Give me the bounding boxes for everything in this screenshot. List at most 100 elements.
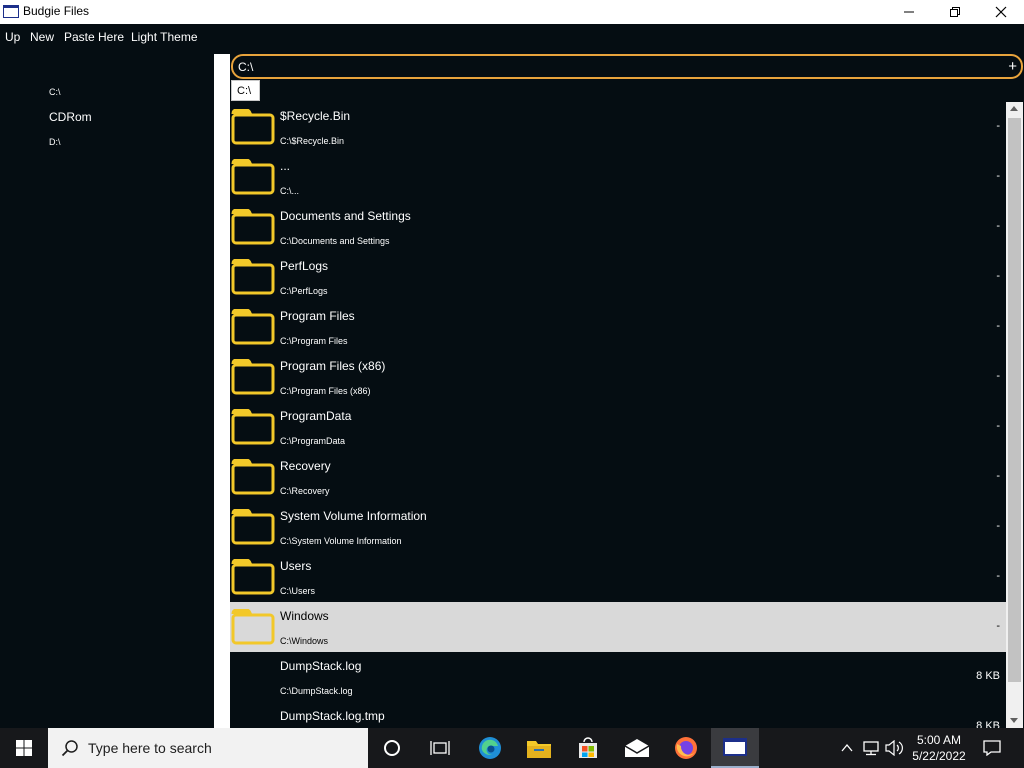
file-size: - xyxy=(996,320,1000,332)
folder-icon xyxy=(231,559,275,595)
file-row[interactable]: Documents and Settings C:\Documents and S… xyxy=(230,202,1006,252)
volume-button[interactable] xyxy=(883,728,905,768)
firefox-icon xyxy=(675,737,697,759)
file-row[interactable]: PerfLogs C:\PerfLogs - xyxy=(230,252,1006,302)
menu-light-theme[interactable]: Light Theme xyxy=(131,30,198,44)
file-path: C:\Recovery xyxy=(280,486,330,496)
file-row[interactable]: System Volume Information C:\System Volum… xyxy=(230,502,1006,552)
folder-icon xyxy=(231,309,275,345)
window-title: Budgie Files xyxy=(23,4,90,18)
sidebar-drive-d[interactable]: D:\ xyxy=(49,137,61,147)
file-path: C:\Documents and Settings xyxy=(280,236,390,246)
file-size: - xyxy=(996,170,1000,182)
file-name: Windows xyxy=(280,609,329,623)
network-button[interactable] xyxy=(860,728,882,768)
file-row[interactable]: DumpStack.log C:\DumpStack.log 8 KB xyxy=(230,652,1006,702)
file-size: 8 KB xyxy=(976,670,1000,682)
file-size: - xyxy=(996,470,1000,482)
cortana-icon xyxy=(384,740,400,756)
restore-button[interactable] xyxy=(932,0,978,24)
file-explorer-button[interactable] xyxy=(515,728,563,768)
file-path: C:\DumpStack.log xyxy=(280,686,353,696)
file-row[interactable]: Users C:\Users - xyxy=(230,552,1006,602)
minimize-button[interactable] xyxy=(886,0,932,24)
file-size: - xyxy=(996,370,1000,382)
menu-bar: Up New Paste Here Light Theme xyxy=(0,24,1024,50)
file-name: System Volume Information xyxy=(280,509,427,523)
folder-icon xyxy=(231,509,275,545)
file-row[interactable]: ProgramData C:\ProgramData - xyxy=(230,402,1006,452)
store-button[interactable] xyxy=(564,728,612,768)
start-button[interactable] xyxy=(0,728,48,768)
file-size: - xyxy=(996,570,1000,582)
mail-button[interactable] xyxy=(613,728,661,768)
taskbar-search-box[interactable]: Type here to search xyxy=(48,728,368,768)
add-path-button[interactable]: + xyxy=(1008,58,1017,76)
menu-new[interactable]: New xyxy=(30,30,54,44)
edge-button[interactable] xyxy=(466,728,514,768)
file-row[interactable]: Program Files (x86) C:\Program Files (x86… xyxy=(230,352,1006,402)
file-row[interactable]: Program Files C:\Program Files - xyxy=(230,302,1006,352)
clock-time: 5:00 AM xyxy=(916,733,962,747)
search-placeholder: Type here to search xyxy=(88,740,212,756)
file-row[interactable]: ... C:\... - xyxy=(230,152,1006,202)
file-path: C:\Windows xyxy=(280,636,329,646)
file-size: 8 KB xyxy=(976,720,1000,728)
file-list: $Recycle.Bin C:\$Recycle.Bin -... C:\... - Do… xyxy=(230,102,1006,728)
file-name: Documents and Settings xyxy=(280,209,411,223)
scroll-down-icon[interactable] xyxy=(1010,718,1018,723)
file-size: - xyxy=(996,220,1000,232)
close-icon xyxy=(995,6,1007,18)
chevron-up-icon xyxy=(841,743,853,752)
file-size: - xyxy=(996,620,1000,632)
panel-splitter[interactable] xyxy=(214,54,230,728)
folder-icon xyxy=(231,109,275,145)
scroll-up-icon[interactable] xyxy=(1010,106,1018,111)
notifications-button[interactable] xyxy=(978,728,1006,768)
show-hidden-icons-button[interactable] xyxy=(838,728,856,768)
notifications-icon xyxy=(983,740,1001,756)
drive-sidebar: C:\ CDRom D:\ xyxy=(0,50,214,728)
file-path: C:\System Volume Information xyxy=(280,536,402,546)
scrollbar-thumb[interactable] xyxy=(1008,118,1021,682)
path-bar: + xyxy=(231,54,1023,79)
path-input[interactable] xyxy=(238,58,998,76)
path-suggestion[interactable]: C:\ xyxy=(231,80,260,101)
task-view-button[interactable] xyxy=(416,728,464,768)
file-row[interactable]: Recovery C:\Recovery - xyxy=(230,452,1006,502)
windows-logo-icon xyxy=(16,740,32,756)
file-name: Program Files xyxy=(280,309,355,323)
file-path: C:\$Recycle.Bin xyxy=(280,136,345,146)
title-bar: Budgie Files xyxy=(0,0,1024,24)
folder-icon xyxy=(231,359,275,395)
search-icon xyxy=(61,740,78,757)
file-row[interactable]: DumpStack.log.tmpC:\DumpStack.log.tmp8 K… xyxy=(230,702,1006,728)
speaker-icon xyxy=(885,740,903,756)
sidebar-drive-cdrom[interactable]: CDRom xyxy=(49,110,92,124)
file-row[interactable]: $Recycle.Bin C:\$Recycle.Bin - xyxy=(230,102,1006,152)
folder-icon xyxy=(231,159,275,195)
folder-icon xyxy=(231,259,275,295)
menu-paste-here[interactable]: Paste Here xyxy=(64,30,124,44)
menu-up[interactable]: Up xyxy=(5,30,20,44)
network-icon xyxy=(863,741,879,756)
taskbar-clock[interactable]: 5:00 AM 5/22/2022 xyxy=(904,732,974,764)
vertical-scrollbar[interactable] xyxy=(1006,102,1023,728)
sidebar-drive-c[interactable]: C:\ xyxy=(49,87,61,97)
file-path: C:\Users xyxy=(280,586,316,596)
budgie-files-icon xyxy=(723,738,747,756)
mail-icon xyxy=(624,739,650,757)
firefox-button[interactable] xyxy=(662,728,710,768)
file-size: - xyxy=(996,120,1000,132)
file-row[interactable]: Windows C:\Windows - xyxy=(230,602,1006,652)
file-path: C:\... xyxy=(280,186,300,196)
file-path: C:\PerfLogs xyxy=(280,286,328,296)
close-button[interactable] xyxy=(978,0,1024,24)
cortana-button[interactable] xyxy=(368,728,416,768)
file-name: ProgramData xyxy=(280,409,352,423)
taskbar: Type here to search 5:00 AM 5/22/2022 xyxy=(0,728,1024,768)
budgie-files-button[interactable] xyxy=(711,728,759,768)
task-view-icon xyxy=(430,741,450,755)
file-path: C:\Program Files (x86) xyxy=(280,386,371,396)
file-name: DumpStack.log xyxy=(280,659,362,673)
